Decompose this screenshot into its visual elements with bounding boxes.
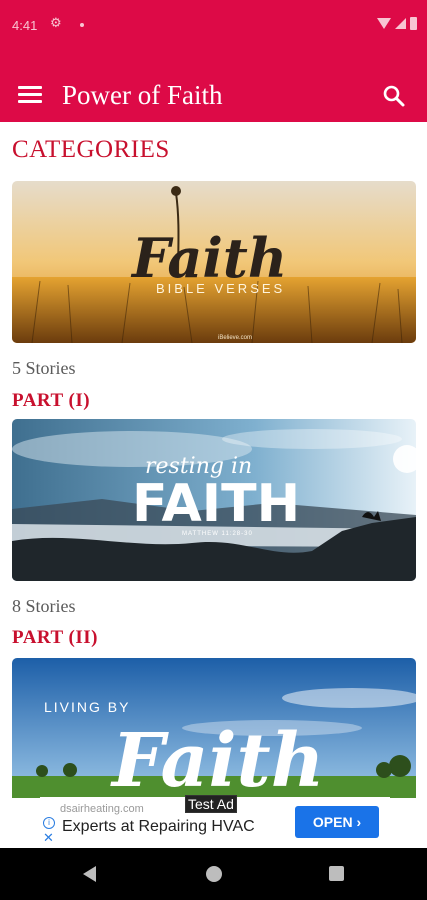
wifi-icon <box>377 18 391 29</box>
home-icon[interactable] <box>206 866 222 882</box>
ad-domain: dsairheating.com <box>60 803 144 815</box>
ad-banner[interactable]: dsairheating.com i ✕ Experts at Repairin… <box>40 795 390 847</box>
card-title-text: Faith <box>110 718 325 798</box>
card-watermark: iBelieve.com <box>218 335 252 341</box>
notification-dot-icon <box>80 23 84 27</box>
status-icons <box>377 17 417 30</box>
info-icon[interactable]: i <box>43 817 55 829</box>
category-card-1[interactable]: Faith BIBLE VERSES iBelieve.com <box>12 181 416 343</box>
category-image-2: resting in FAITH MATTHEW 11:28-30 <box>12 419 416 581</box>
close-icon[interactable]: ✕ <box>43 831 54 846</box>
status-time: 4:41 <box>12 18 38 33</box>
hamburger-menu-icon[interactable] <box>18 86 44 106</box>
status-bar: 4:41 ⚙ <box>0 0 427 54</box>
card-title-text: FAITH <box>132 474 300 534</box>
stories-count: 8 Stories <box>12 596 76 616</box>
section-title: CATEGORIES <box>12 136 170 163</box>
back-icon[interactable] <box>83 866 96 882</box>
search-icon[interactable] <box>382 84 406 108</box>
card-subtitle-text: MATTHEW 11:28-30 <box>182 531 253 537</box>
ad-label: Test Ad <box>185 795 237 813</box>
navigation-bar <box>0 848 427 900</box>
recents-icon[interactable] <box>329 866 344 881</box>
category-card-2[interactable]: resting in FAITH MATTHEW 11:28-30 <box>12 419 416 581</box>
card-subtitle-text: BIBLE VERSES <box>156 281 285 296</box>
part-label[interactable]: PART (I) <box>12 390 90 412</box>
ad-headline[interactable]: Experts at Repairing HVAC <box>62 818 255 836</box>
app-title: Power of Faith <box>62 80 223 110</box>
signal-icon <box>395 18 406 29</box>
app-bar: Power of Faith <box>0 54 427 122</box>
part-label[interactable]: PART (II) <box>12 627 98 649</box>
battery-icon <box>410 17 417 30</box>
category-image-3: LIVING BY Faith <box>12 658 416 798</box>
card-caption-text: LIVING BY <box>44 699 130 715</box>
ad-open-button[interactable]: OPEN › <box>295 806 379 838</box>
stories-count: 5 Stories <box>12 358 76 378</box>
gear-icon: ⚙ <box>50 16 62 31</box>
category-image-1: Faith BIBLE VERSES iBelieve.com <box>12 181 416 343</box>
category-card-3[interactable]: LIVING BY Faith <box>12 658 416 798</box>
